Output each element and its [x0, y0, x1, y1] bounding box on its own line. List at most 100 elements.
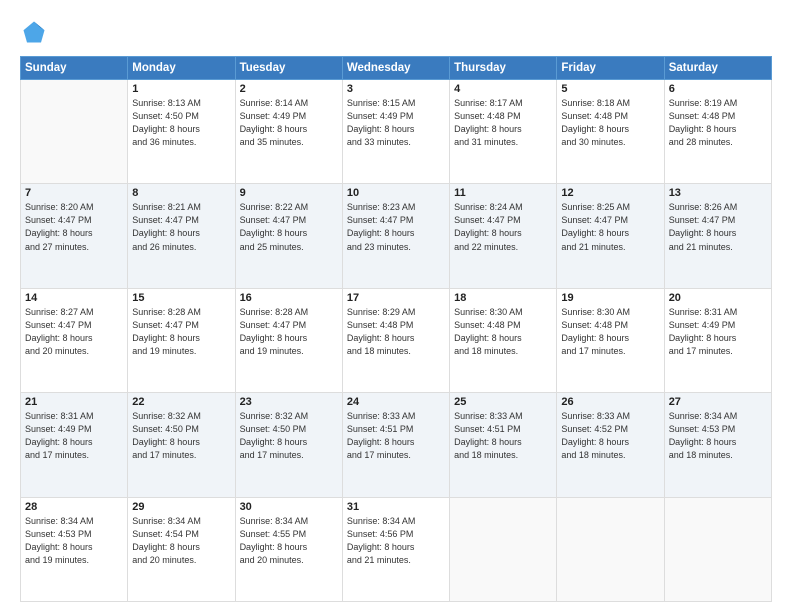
calendar-cell: 12 Sunrise: 8:25 AM Sunset: 4:47 PM Dayli…	[557, 184, 664, 288]
calendar-cell: 9 Sunrise: 8:22 AM Sunset: 4:47 PM Daylig…	[235, 184, 342, 288]
day-number: 21	[25, 396, 123, 408]
day-number: 1	[132, 83, 230, 95]
calendar-cell: 27 Sunrise: 8:34 AM Sunset: 4:53 PM Dayli…	[664, 393, 771, 497]
calendar-cell: 6 Sunrise: 8:19 AM Sunset: 4:48 PM Daylig…	[664, 80, 771, 184]
day-number: 20	[669, 292, 767, 304]
calendar-cell	[450, 497, 557, 601]
calendar-cell: 2Sunrise: 8:14 AM Sunset: 4:49 PM Daylig…	[235, 80, 342, 184]
calendar-week-row: 7 Sunrise: 8:20 AM Sunset: 4:47 PM Daylig…	[21, 184, 772, 288]
top-section	[20, 18, 772, 46]
day-info: Sunrise: 8:24 AM Sunset: 4:47 PM Dayligh…	[454, 201, 552, 253]
day-info: Sunrise: 8:33 AM Sunset: 4:51 PM Dayligh…	[454, 410, 552, 462]
day-info: Sunrise: 8:20 AM Sunset: 4:47 PM Dayligh…	[25, 201, 123, 253]
calendar-cell: 5 Sunrise: 8:18 AM Sunset: 4:48 PM Daylig…	[557, 80, 664, 184]
day-number: 25	[454, 396, 552, 408]
weekday-header: Saturday	[664, 57, 771, 80]
calendar-cell: 14 Sunrise: 8:27 AM Sunset: 4:47 PM Dayli…	[21, 288, 128, 392]
day-info: Sunrise: 8:19 AM Sunset: 4:48 PM Dayligh…	[669, 97, 767, 149]
logo	[20, 18, 52, 46]
day-info: Sunrise: 8:27 AM Sunset: 4:47 PM Dayligh…	[25, 306, 123, 358]
calendar-cell: 17 Sunrise: 8:29 AM Sunset: 4:48 PM Dayli…	[342, 288, 449, 392]
day-info: Sunrise: 8:30 AM Sunset: 4:48 PM Dayligh…	[454, 306, 552, 358]
day-number: 7	[25, 187, 123, 199]
day-number: 5	[561, 83, 659, 95]
day-info: Sunrise: 8:34 AM Sunset: 4:53 PM Dayligh…	[25, 515, 123, 567]
day-info: Sunrise: 8:34 AM Sunset: 4:54 PM Dayligh…	[132, 515, 230, 567]
day-number: 13	[669, 187, 767, 199]
day-number: 26	[561, 396, 659, 408]
day-info: Sunrise: 8:17 AM Sunset: 4:48 PM Dayligh…	[454, 97, 552, 149]
day-info: Sunrise: 8:33 AM Sunset: 4:51 PM Dayligh…	[347, 410, 445, 462]
day-number: 9	[240, 187, 338, 199]
day-number: 14	[25, 292, 123, 304]
day-info: Sunrise: 8:26 AM Sunset: 4:47 PM Dayligh…	[669, 201, 767, 253]
day-info: Sunrise: 8:30 AM Sunset: 4:48 PM Dayligh…	[561, 306, 659, 358]
calendar-cell: 7 Sunrise: 8:20 AM Sunset: 4:47 PM Daylig…	[21, 184, 128, 288]
calendar-cell: 16 Sunrise: 8:28 AM Sunset: 4:47 PM Dayli…	[235, 288, 342, 392]
day-info: Sunrise: 8:28 AM Sunset: 4:47 PM Dayligh…	[240, 306, 338, 358]
day-info: Sunrise: 8:23 AM Sunset: 4:47 PM Dayligh…	[347, 201, 445, 253]
day-info: Sunrise: 8:32 AM Sunset: 4:50 PM Dayligh…	[240, 410, 338, 462]
calendar-week-row: 14 Sunrise: 8:27 AM Sunset: 4:47 PM Dayli…	[21, 288, 772, 392]
calendar-cell: 21Sunrise: 8:31 AM Sunset: 4:49 PM Dayli…	[21, 393, 128, 497]
day-number: 23	[240, 396, 338, 408]
calendar-cell	[664, 497, 771, 601]
calendar-cell: 29Sunrise: 8:34 AM Sunset: 4:54 PM Dayli…	[128, 497, 235, 601]
day-number: 24	[347, 396, 445, 408]
day-info: Sunrise: 8:18 AM Sunset: 4:48 PM Dayligh…	[561, 97, 659, 149]
day-info: Sunrise: 8:25 AM Sunset: 4:47 PM Dayligh…	[561, 201, 659, 253]
day-number: 18	[454, 292, 552, 304]
day-number: 31	[347, 501, 445, 513]
calendar-cell: 30 Sunrise: 8:34 AM Sunset: 4:55 PM Dayli…	[235, 497, 342, 601]
day-number: 15	[132, 292, 230, 304]
day-number: 3	[347, 83, 445, 95]
weekday-header: Monday	[128, 57, 235, 80]
calendar-table: SundayMondayTuesdayWednesdayThursdayFrid…	[20, 56, 772, 602]
day-number: 12	[561, 187, 659, 199]
calendar-week-row: 28 Sunrise: 8:34 AM Sunset: 4:53 PM Dayli…	[21, 497, 772, 601]
calendar-cell: 22 Sunrise: 8:32 AM Sunset: 4:50 PM Dayli…	[128, 393, 235, 497]
day-info: Sunrise: 8:34 AM Sunset: 4:53 PM Dayligh…	[669, 410, 767, 462]
day-number: 8	[132, 187, 230, 199]
day-info: Sunrise: 8:28 AM Sunset: 4:47 PM Dayligh…	[132, 306, 230, 358]
calendar-header-row: SundayMondayTuesdayWednesdayThursdayFrid…	[21, 57, 772, 80]
day-info: Sunrise: 8:32 AM Sunset: 4:50 PM Dayligh…	[132, 410, 230, 462]
calendar-cell: 24 Sunrise: 8:33 AM Sunset: 4:51 PM Dayli…	[342, 393, 449, 497]
calendar-cell	[21, 80, 128, 184]
weekday-header: Thursday	[450, 57, 557, 80]
weekday-header: Tuesday	[235, 57, 342, 80]
calendar-cell	[557, 497, 664, 601]
day-number: 16	[240, 292, 338, 304]
calendar-cell: 15 Sunrise: 8:28 AM Sunset: 4:47 PM Dayli…	[128, 288, 235, 392]
day-number: 19	[561, 292, 659, 304]
day-number: 28	[25, 501, 123, 513]
day-info: Sunrise: 8:22 AM Sunset: 4:47 PM Dayligh…	[240, 201, 338, 253]
calendar-cell: 3Sunrise: 8:15 AM Sunset: 4:49 PM Daylig…	[342, 80, 449, 184]
calendar-cell: 1 Sunrise: 8:13 AM Sunset: 4:50 PM Daylig…	[128, 80, 235, 184]
day-number: 30	[240, 501, 338, 513]
calendar-cell: 4Sunrise: 8:17 AM Sunset: 4:48 PM Daylig…	[450, 80, 557, 184]
day-info: Sunrise: 8:14 AM Sunset: 4:49 PM Dayligh…	[240, 97, 338, 149]
day-info: Sunrise: 8:34 AM Sunset: 4:55 PM Dayligh…	[240, 515, 338, 567]
calendar-cell: 8Sunrise: 8:21 AM Sunset: 4:47 PM Daylig…	[128, 184, 235, 288]
day-info: Sunrise: 8:29 AM Sunset: 4:48 PM Dayligh…	[347, 306, 445, 358]
weekday-header: Wednesday	[342, 57, 449, 80]
calendar-cell: 19 Sunrise: 8:30 AM Sunset: 4:48 PM Dayli…	[557, 288, 664, 392]
calendar-cell: 18 Sunrise: 8:30 AM Sunset: 4:48 PM Dayli…	[450, 288, 557, 392]
calendar-cell: 11Sunrise: 8:24 AM Sunset: 4:47 PM Dayli…	[450, 184, 557, 288]
calendar-week-row: 21Sunrise: 8:31 AM Sunset: 4:49 PM Dayli…	[21, 393, 772, 497]
day-info: Sunrise: 8:13 AM Sunset: 4:50 PM Dayligh…	[132, 97, 230, 149]
day-number: 6	[669, 83, 767, 95]
calendar-cell: 28 Sunrise: 8:34 AM Sunset: 4:53 PM Dayli…	[21, 497, 128, 601]
day-number: 22	[132, 396, 230, 408]
calendar-cell: 31 Sunrise: 8:34 AM Sunset: 4:56 PM Dayli…	[342, 497, 449, 601]
day-info: Sunrise: 8:34 AM Sunset: 4:56 PM Dayligh…	[347, 515, 445, 567]
calendar-cell: 23 Sunrise: 8:32 AM Sunset: 4:50 PM Dayli…	[235, 393, 342, 497]
calendar-cell: 13 Sunrise: 8:26 AM Sunset: 4:47 PM Dayli…	[664, 184, 771, 288]
day-info: Sunrise: 8:31 AM Sunset: 4:49 PM Dayligh…	[669, 306, 767, 358]
weekday-header: Sunday	[21, 57, 128, 80]
calendar-cell: 10Sunrise: 8:23 AM Sunset: 4:47 PM Dayli…	[342, 184, 449, 288]
day-number: 17	[347, 292, 445, 304]
page: SundayMondayTuesdayWednesdayThursdayFrid…	[0, 0, 792, 612]
day-number: 27	[669, 396, 767, 408]
